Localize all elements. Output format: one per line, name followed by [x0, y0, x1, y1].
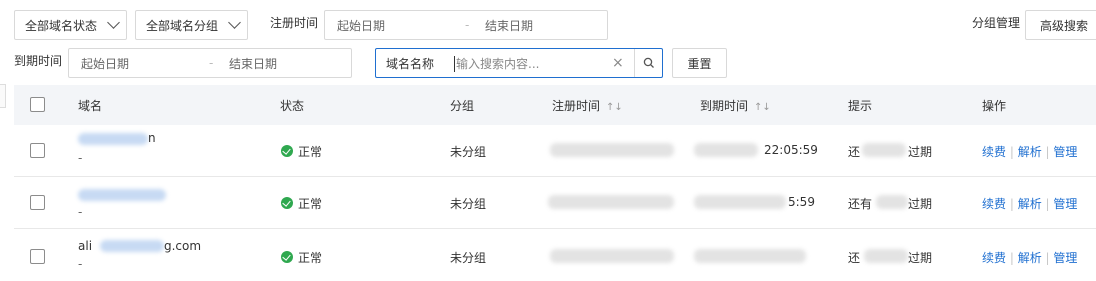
search-icon[interactable]: [643, 57, 655, 72]
dns-link[interactable]: 解析: [1018, 145, 1042, 159]
header-group: 分组: [450, 99, 475, 113]
expire-time-label: 到期时间: [14, 54, 63, 68]
header-status: 状态: [280, 99, 305, 113]
tip-start: 还有: [848, 197, 873, 211]
domain-sub: -: [78, 257, 83, 271]
tip-end: 过期: [908, 197, 933, 211]
domain-link[interactable]: n: [148, 131, 156, 145]
header-expire-time[interactable]: 到期时间 ↑↓: [700, 97, 771, 114]
header-domain: 域名: [78, 99, 103, 113]
expire-time-text: 5:59: [788, 195, 815, 209]
expire-date-range[interactable]: 起始日期 - 结束日期: [68, 48, 352, 78]
sidebar-collapse-handle[interactable]: [0, 84, 6, 108]
domain-status-select[interactable]: 全部域名状态: [14, 10, 127, 40]
divider: [634, 49, 635, 77]
group-text: 未分组: [450, 197, 487, 211]
redacted-tip: [876, 195, 908, 209]
check-circle-icon: [281, 251, 293, 263]
action-separator: |: [1009, 145, 1018, 159]
register-end-date[interactable]: 结束日期: [485, 17, 533, 34]
group-text: 未分组: [450, 251, 487, 265]
text-cursor: [454, 56, 455, 72]
register-date-range[interactable]: 起始日期 - 结束日期: [324, 10, 608, 40]
action-separator: |: [1009, 251, 1018, 265]
row-checkbox[interactable]: [30, 195, 45, 210]
register-time-label: 注册时间: [270, 16, 319, 30]
advanced-search-label: 高级搜索: [1040, 18, 1089, 33]
chevron-down-icon: [107, 16, 120, 29]
header-register-time-label: 注册时间: [552, 99, 601, 113]
action-separator: |: [1009, 197, 1018, 211]
check-circle-icon: [281, 145, 293, 157]
manage-link[interactable]: 管理: [1053, 251, 1077, 265]
search-box[interactable]: 域名名称 输入搜索内容... ×: [375, 48, 663, 78]
close-icon[interactable]: ×: [612, 55, 624, 71]
redacted-expire-date: [694, 143, 758, 157]
select-all-checkbox[interactable]: [30, 97, 45, 112]
domain-link-end[interactable]: g.com: [164, 239, 201, 253]
domain-status-value: 全部域名状态: [25, 18, 98, 33]
row-actions: 续费 | 解析 | 管理: [982, 249, 1077, 266]
dns-link[interactable]: 解析: [1018, 197, 1042, 211]
tip-start: 还: [848, 145, 861, 159]
search-field-select[interactable]: 域名名称: [386, 55, 434, 72]
header-register-time[interactable]: 注册时间 ↑↓: [552, 97, 623, 114]
redacted-expire-date: [694, 249, 806, 263]
row-actions: 续费 | 解析 | 管理: [982, 195, 1077, 212]
header-tip: 提示: [848, 99, 873, 113]
table-row: ali g.com - 正常 未分组 还 过期 续费 | 解析 | 管理: [14, 229, 1096, 281]
redacted-tip: [864, 249, 908, 263]
row-checkbox[interactable]: [30, 143, 45, 158]
tip-end: 过期: [908, 251, 933, 265]
tip-start: 还: [848, 251, 861, 265]
redacted-tip: [862, 143, 906, 157]
manage-link[interactable]: 管理: [1053, 197, 1077, 211]
register-start-date[interactable]: 起始日期: [337, 17, 385, 34]
header-expire-time-label: 到期时间: [700, 99, 749, 113]
renew-link[interactable]: 续费: [982, 197, 1006, 211]
table-row: - 正常 未分组 5:59 还有 过期 续费 | 解析 | 管理: [14, 177, 1096, 229]
expire-time-text: 22:05:59: [764, 143, 818, 157]
table-row: n - 正常 未分组 22:05:59 还 过期 续费 | 解析 | 管理: [14, 125, 1096, 177]
header-actions: 操作: [982, 99, 1007, 113]
reset-label: 重置: [687, 56, 712, 71]
range-dash: -: [465, 18, 470, 32]
domain-group-value: 全部域名分组: [146, 18, 219, 33]
advanced-search-button[interactable]: 高级搜索: [1025, 10, 1096, 40]
domain-group-select[interactable]: 全部域名分组: [135, 10, 248, 40]
chevron-down-icon: [228, 16, 241, 29]
expire-start-date[interactable]: 起始日期: [81, 55, 129, 72]
renew-link[interactable]: 续费: [982, 251, 1006, 265]
dns-link[interactable]: 解析: [1018, 251, 1042, 265]
table-header: 域名 状态 分组 注册时间 ↑↓ 到期时间 ↑↓ 提示 操作: [14, 85, 1096, 125]
row-checkbox[interactable]: [30, 249, 45, 264]
redacted-register-time: [550, 249, 674, 263]
redacted-register-time: [550, 143, 674, 157]
group-text: 未分组: [450, 145, 487, 159]
range-dash: -: [209, 56, 214, 70]
redacted-domain: [100, 240, 164, 252]
status-text: 正常: [298, 251, 323, 265]
expire-end-date[interactable]: 结束日期: [229, 55, 277, 72]
group-manage-link[interactable]: 分组管理: [972, 8, 1020, 38]
renew-link[interactable]: 续费: [982, 145, 1006, 159]
row-actions: 续费 | 解析 | 管理: [982, 143, 1077, 160]
tip-end: 过期: [908, 145, 933, 159]
status-text: 正常: [298, 145, 323, 159]
domain-sub: -: [78, 151, 83, 165]
redacted-expire-date: [694, 195, 786, 209]
manage-link[interactable]: 管理: [1053, 145, 1077, 159]
check-circle-icon: [281, 197, 293, 209]
redacted-domain[interactable]: [78, 189, 166, 201]
sort-icon[interactable]: ↑↓: [754, 102, 771, 113]
redacted-domain: [78, 133, 148, 145]
domain-sub: -: [78, 205, 83, 219]
search-input[interactable]: 输入搜索内容...: [456, 55, 539, 72]
status-text: 正常: [298, 197, 323, 211]
domain-link-start[interactable]: ali: [78, 239, 92, 253]
reset-button[interactable]: 重置: [672, 48, 727, 78]
sort-icon[interactable]: ↑↓: [606, 102, 623, 113]
redacted-register-time: [548, 195, 674, 209]
